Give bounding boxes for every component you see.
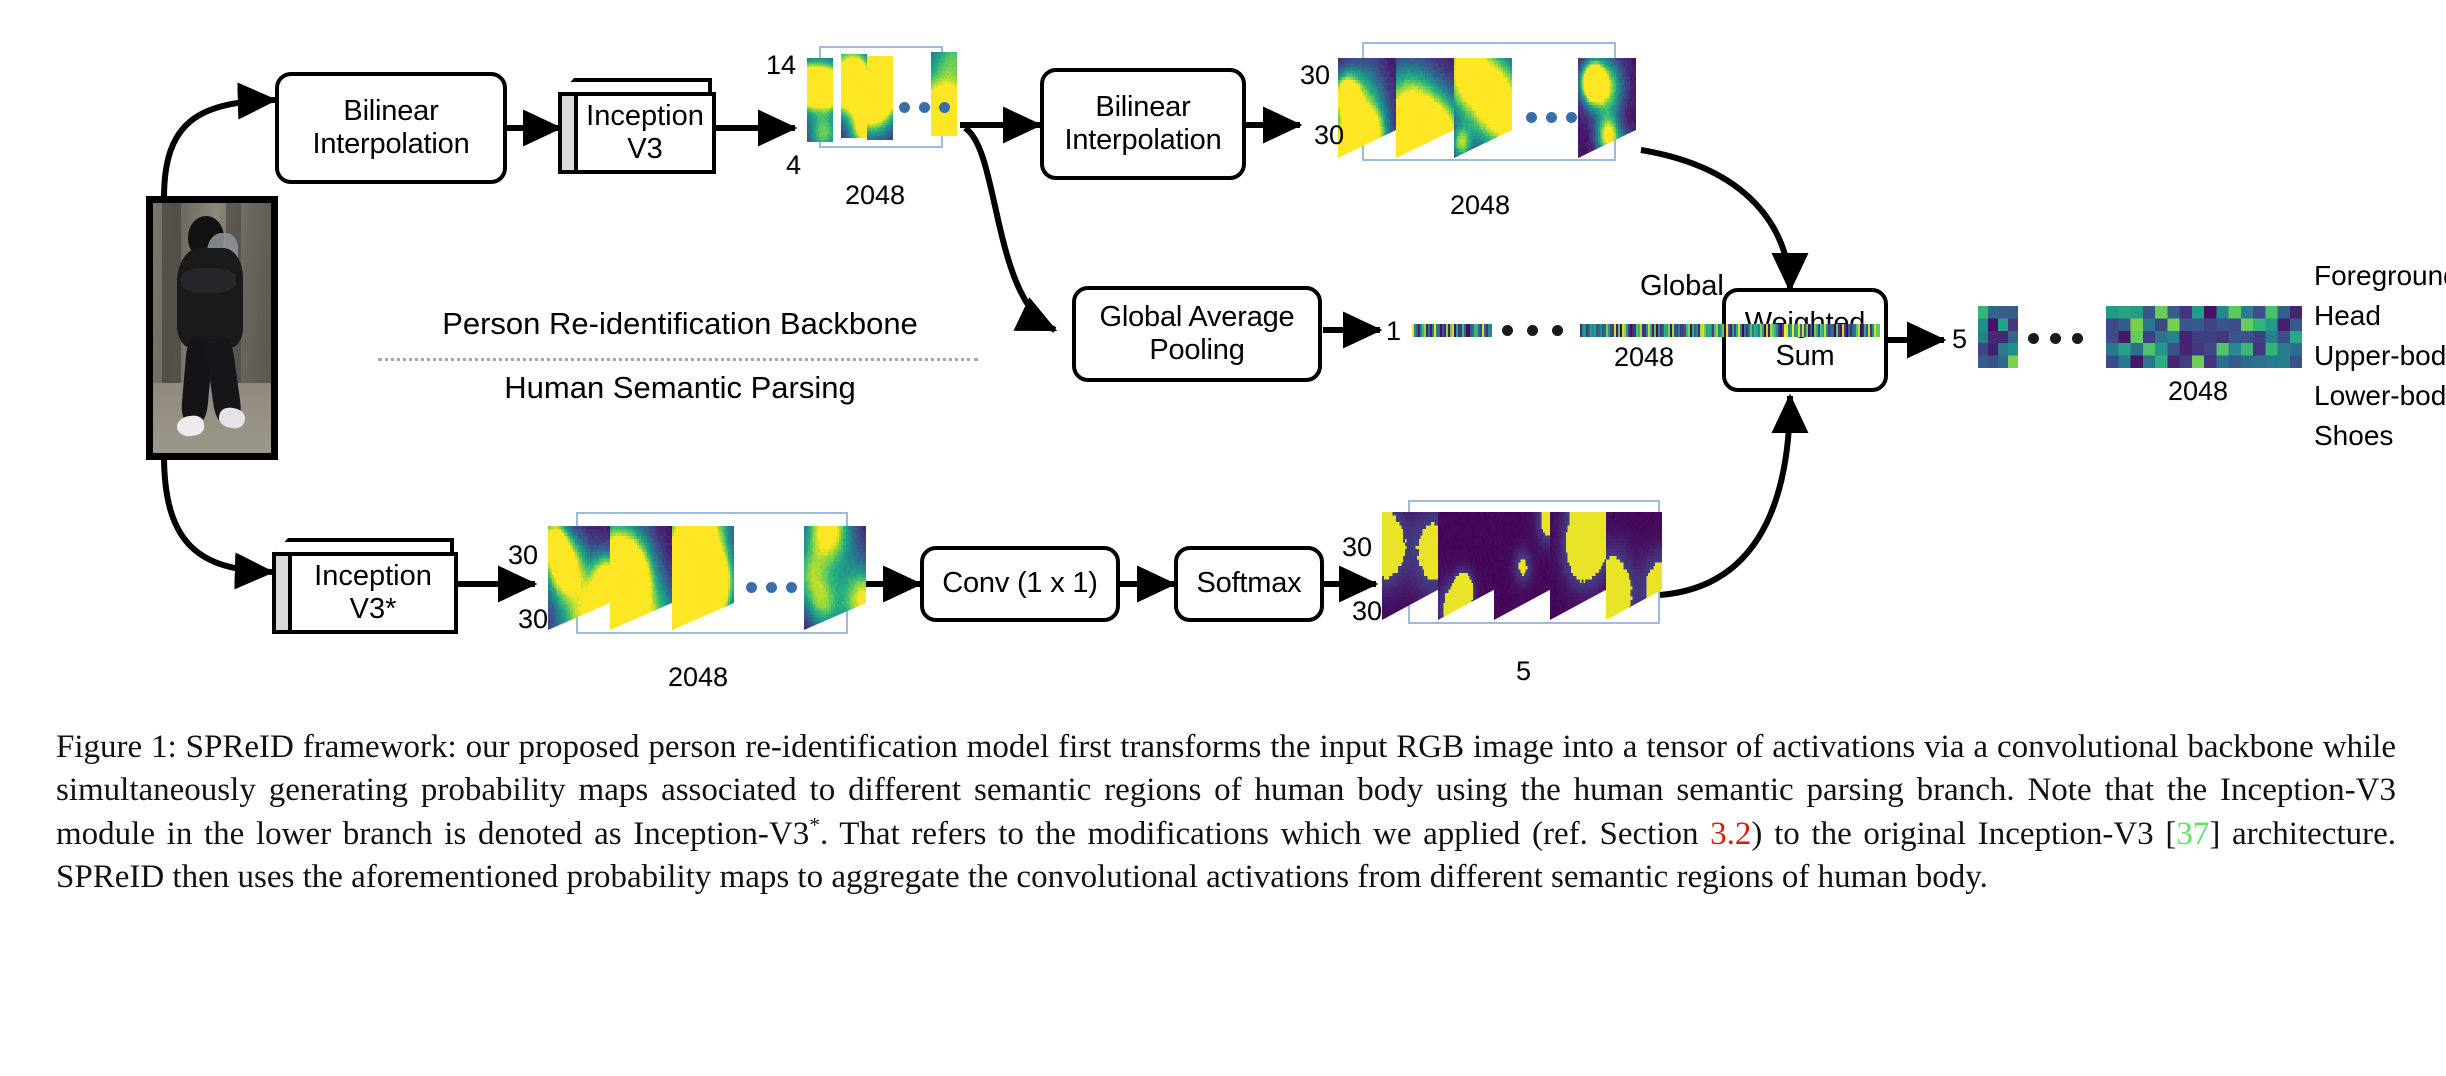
bilinear-top-line1: Bilinear (343, 94, 439, 127)
tensor-d-height-label: 30 (1342, 532, 1373, 562)
gap-vector-segment-right (1580, 324, 1880, 337)
gap-vector-depth-label: 2048 (1614, 342, 1675, 372)
output-ellipsis (2028, 333, 2083, 344)
gap-line1: Global Average (1099, 300, 1295, 333)
tensor-a-slice-4 (931, 52, 957, 136)
tensor-a-ellipsis (899, 102, 950, 113)
global-average-pooling-box[interactable]: Global Average Pooling (1072, 286, 1322, 382)
output-legend-upper-body: Upper-body (2314, 340, 2446, 371)
caption-citation-ref[interactable]: 37 (2176, 816, 2209, 852)
caption-part3: ) to the original Inception-V3 [ (1751, 815, 2177, 852)
conv-label: Conv (1 x 1) (942, 567, 1098, 600)
tensor-b-ellipsis (1526, 112, 1577, 123)
caption-star: * (809, 812, 820, 837)
gap-vector-segment-left (1412, 324, 1492, 337)
output-depth-label: 2048 (2168, 376, 2229, 406)
tensor-c-height-label: 30 (508, 540, 539, 570)
branch-divider (378, 358, 978, 361)
inception-v3-star-front-face: Inception V3* (288, 552, 458, 634)
tensor-probability-maps (1382, 500, 1664, 650)
figure-caption: Figure 1: SPReID framework: our proposed… (56, 726, 2396, 899)
gap-vector-title-label: Global (1640, 270, 1724, 302)
output-grid-right (2106, 306, 2302, 368)
softmax-box[interactable]: Softmax (1174, 546, 1324, 622)
softmax-label: Softmax (1196, 567, 1302, 600)
tensor-d-depth-label: 5 (1516, 656, 1532, 686)
inception-v3-line2: V3 (627, 133, 663, 165)
bilinear-interpolation-mid-box[interactable]: Bilinear Interpolation (1040, 68, 1246, 180)
caption-part2: . That refers to the modifications which… (819, 815, 1711, 852)
output-legend-shoes: Shoes (2314, 420, 2394, 451)
inception-v3-box[interactable]: Inception V3 (558, 78, 716, 174)
bilinear-mid-line2: Interpolation (1064, 124, 1222, 156)
tensor-c-slice-4 (804, 526, 866, 630)
bilinear-mid-line1: Bilinear (1095, 90, 1191, 123)
tensor-b-depth-label: 2048 (1450, 190, 1511, 220)
weighted-sum-line2: Sum (1775, 340, 1835, 372)
tensor-b-height-label: 30 (1300, 60, 1331, 90)
weighted-sum-box[interactable]: Weighted Sum (1722, 288, 1888, 392)
tensor-a-width-label: 4 (786, 150, 802, 180)
caption-section-ref[interactable]: 3.2 (1710, 816, 1751, 852)
inception-v3-star-line2: V3* (349, 593, 397, 625)
bilinear-top-line2: Interpolation (312, 128, 470, 160)
tensor-c-width-label: 30 (518, 604, 549, 634)
conv-1x1-box[interactable]: Conv (1 x 1) (920, 546, 1120, 622)
tensor-a-height-label: 14 (766, 50, 797, 80)
output-legend-foreground: Foreground (2314, 260, 2446, 291)
output-rows-label: 5 (1952, 324, 1968, 354)
figure-diagram: Bilinear Interpolation Inception V3 Bili… (0, 0, 2446, 720)
inception-v3-star-box[interactable]: Inception V3* (272, 538, 458, 634)
gap-vector-ellipsis (1502, 325, 1563, 336)
tensor-a-slice-2 (841, 54, 867, 138)
tensor-activations-14x4 (805, 46, 957, 162)
inception-v3-star-line1: Inception (314, 559, 432, 592)
tensor-a-slice-1 (807, 58, 833, 142)
caption-label: Figure 1: (56, 729, 177, 765)
output-legend-head: Head (2314, 300, 2381, 331)
tensor-c-depth-label: 2048 (668, 662, 729, 692)
tensor-upsampled-30x30 (1338, 42, 1636, 190)
bilinear-interpolation-top-box[interactable]: Bilinear Interpolation (275, 72, 507, 184)
tensor-a-depth-label: 2048 (845, 180, 906, 210)
tensor-d-width-label: 30 (1352, 596, 1383, 626)
output-legend-lower-body: Lower-body (2314, 380, 2446, 411)
inception-v3-line1: Inception (586, 99, 704, 132)
gap-vector-rows-label: 1 (1386, 316, 1402, 346)
inception-v3-front-face: Inception V3 (574, 92, 716, 174)
tensor-b-width-label: 30 (1314, 120, 1345, 150)
tensor-parsing-30x30 (548, 512, 868, 662)
backbone-branch-label: Person Re-identification Backbone (442, 306, 918, 341)
input-person-image (146, 196, 278, 460)
gap-line2: Pooling (1149, 334, 1245, 366)
parsing-branch-label: Human Semantic Parsing (504, 370, 856, 405)
tensor-b-slice-4 (1578, 58, 1636, 158)
output-grid-left (1978, 306, 2018, 368)
tensor-a-slice-3 (867, 56, 893, 140)
tensor-c-ellipsis (746, 582, 797, 593)
